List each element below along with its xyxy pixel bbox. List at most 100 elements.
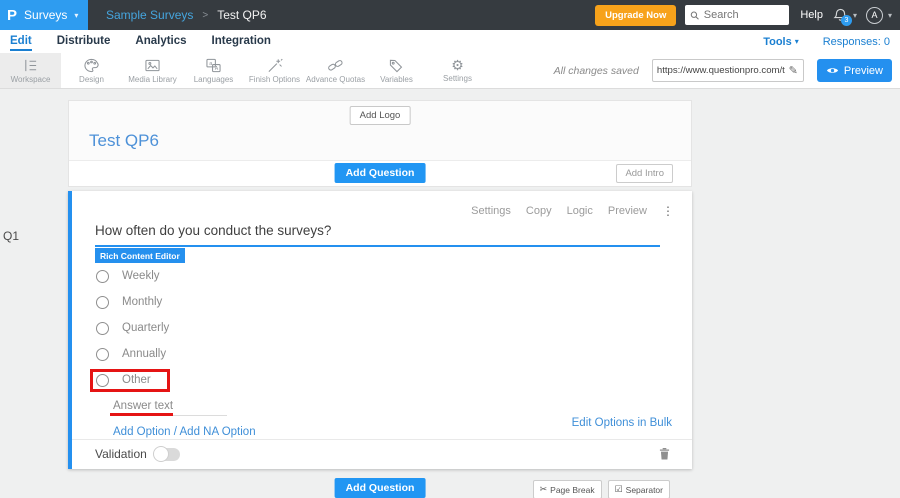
topbar: P Surveys ▾ Sample Surveys > Test QP6 Up…	[0, 0, 900, 30]
kebab-menu-icon[interactable]: ⋮	[662, 204, 674, 218]
add-question-button-bottom[interactable]: Add Question	[334, 478, 426, 498]
radio-icon[interactable]	[96, 347, 109, 361]
languages-icon: aA	[206, 58, 221, 72]
avatar[interactable]: A	[865, 6, 883, 24]
radio-icon[interactable]	[96, 295, 109, 309]
save-status: All changes saved	[553, 64, 639, 77]
option-row: Annually	[96, 341, 256, 367]
add-na-option-link[interactable]: Add NA Option	[180, 426, 256, 438]
slash-separator: /	[173, 426, 177, 438]
workspace-icon	[25, 59, 37, 71]
tab-edit[interactable]: Edit	[10, 32, 32, 51]
toolbar-item-variables[interactable]: Variables	[366, 53, 427, 88]
survey-url-input[interactable]	[652, 65, 787, 76]
break-buttons: ✂ Page Break ☑ Separator	[532, 480, 670, 498]
upgrade-now-button[interactable]: Upgrade Now	[595, 4, 677, 26]
separator-icon: ☑	[614, 484, 623, 494]
toggle-knob	[152, 445, 169, 462]
question-logic-link[interactable]: Logic	[567, 205, 593, 217]
add-question-button-top[interactable]: Add Question	[334, 163, 426, 183]
survey-url-box[interactable]: ✎	[651, 59, 804, 82]
validation-label: Validation	[95, 447, 147, 461]
chevron-down-icon: ▾	[794, 37, 799, 46]
radio-icon[interactable]	[96, 321, 109, 335]
question-settings-link[interactable]: Settings	[471, 205, 511, 217]
notification-badge: 3	[840, 15, 852, 26]
nav-tabs-row: Edit Distribute Analytics Integration To…	[0, 30, 900, 53]
survey-title[interactable]: Test QP6	[89, 131, 159, 151]
svg-text:A: A	[215, 66, 219, 72]
notifications-button[interactable]: 3	[833, 7, 852, 26]
tools-menu[interactable]: Tools	[763, 36, 792, 48]
option-label[interactable]: Annually	[122, 348, 166, 360]
question-menu: Settings Copy Logic Preview ⋮	[471, 204, 674, 218]
option-row-other: Other	[90, 367, 256, 393]
toolbar-item-workspace[interactable]: Workspace	[0, 53, 61, 88]
divider	[72, 439, 692, 440]
tab-analytics[interactable]: Analytics	[135, 32, 186, 51]
topbar-right: Upgrade Now Help 3 ▾ A ▾	[595, 4, 900, 26]
breadcrumb: Sample Surveys > Test QP6	[106, 8, 267, 22]
add-logo-button[interactable]: Add Logo	[349, 106, 411, 125]
advance-quotas-icon	[328, 59, 343, 71]
rich-content-editor-badge: Rich Content Editor	[95, 248, 185, 263]
questionpro-logo-icon: P	[7, 6, 18, 24]
breadcrumb-parent[interactable]: Sample Surveys	[106, 8, 193, 22]
search-input[interactable]	[703, 9, 785, 21]
question-number-label: Q1	[3, 229, 20, 243]
add-intro-button[interactable]: Add Intro	[616, 164, 673, 183]
finish-options-icon	[268, 58, 283, 72]
page-break-icon: ✂	[539, 484, 548, 494]
tab-integration[interactable]: Integration	[212, 32, 271, 51]
annotation-highlight-box: Other	[90, 368, 170, 392]
preview-button[interactable]: Preview	[816, 59, 892, 82]
option-label[interactable]: Monthly	[122, 296, 162, 308]
card-footer: Add Question ✂ Page Break ☑ Separator	[68, 478, 692, 498]
responses-count[interactable]: Responses: 0	[823, 36, 890, 48]
toolbar-item-advance-quotas[interactable]: Advance Quotas	[305, 53, 366, 88]
page-break-button[interactable]: ✂ Page Break	[532, 480, 602, 498]
help-link[interactable]: Help	[800, 9, 823, 21]
answer-options-list: Weekly Monthly Quarterly Annually Other …	[90, 263, 256, 438]
tab-distribute[interactable]: Distribute	[57, 32, 111, 51]
separator-button[interactable]: ☑ Separator	[607, 480, 670, 498]
settings-icon: ⚙	[451, 57, 464, 73]
question-preview-link[interactable]: Preview	[608, 205, 647, 217]
question-text[interactable]: How often do you conduct the surveys?	[95, 223, 331, 238]
breadcrumb-current: Test QP6	[217, 8, 267, 22]
edit-url-icon[interactable]: ✎	[787, 64, 803, 77]
chevron-down-icon[interactable]: ▾	[853, 11, 857, 20]
editor-toolbar: Workspace Design Media Library aA Langua…	[0, 53, 900, 89]
question-copy-link[interactable]: Copy	[526, 205, 552, 217]
option-label[interactable]: Quarterly	[122, 322, 169, 334]
media-library-icon	[145, 59, 160, 71]
option-label[interactable]: Other	[122, 374, 151, 386]
edit-options-in-bulk-link[interactable]: Edit Options in Bulk	[572, 417, 672, 429]
radio-icon[interactable]	[96, 373, 109, 387]
add-option-link[interactable]: Add Option	[113, 426, 171, 438]
toolbar-item-design[interactable]: Design	[61, 53, 122, 88]
toolbar-item-languages[interactable]: aA Languages	[183, 53, 244, 88]
validation-toggle[interactable]	[152, 445, 180, 462]
option-label[interactable]: Weekly	[122, 270, 160, 282]
editor-canvas: Q1 Add Logo Test QP6 Add Question Add In…	[0, 89, 900, 498]
radio-icon[interactable]	[96, 269, 109, 283]
other-answer-field	[110, 396, 227, 416]
option-row: Monthly	[96, 289, 256, 315]
toolbar-item-media-library[interactable]: Media Library	[122, 53, 183, 88]
survey-header: Add Logo Test QP6	[69, 101, 691, 161]
survey-header-card: Add Logo Test QP6 Add Question Add Intro	[68, 100, 692, 187]
eye-icon	[826, 68, 838, 73]
search-icon	[691, 11, 700, 20]
search-box[interactable]	[685, 5, 790, 25]
chevron-down-icon[interactable]: ▾	[888, 11, 892, 20]
variables-icon	[389, 59, 403, 72]
design-icon	[84, 58, 99, 72]
surveys-menu-button[interactable]: P Surveys ▾	[0, 0, 88, 30]
survey-action-row: Add Question Add Intro	[69, 161, 691, 186]
toolbar-item-settings[interactable]: ⚙ Settings	[427, 53, 488, 88]
toolbar-item-finish-options[interactable]: Finish Options	[244, 53, 305, 88]
annotation-underline	[110, 413, 173, 416]
delete-question-button[interactable]	[659, 447, 670, 465]
survey-card: Add Logo Test QP6 Add Question Add Intro…	[68, 100, 692, 498]
